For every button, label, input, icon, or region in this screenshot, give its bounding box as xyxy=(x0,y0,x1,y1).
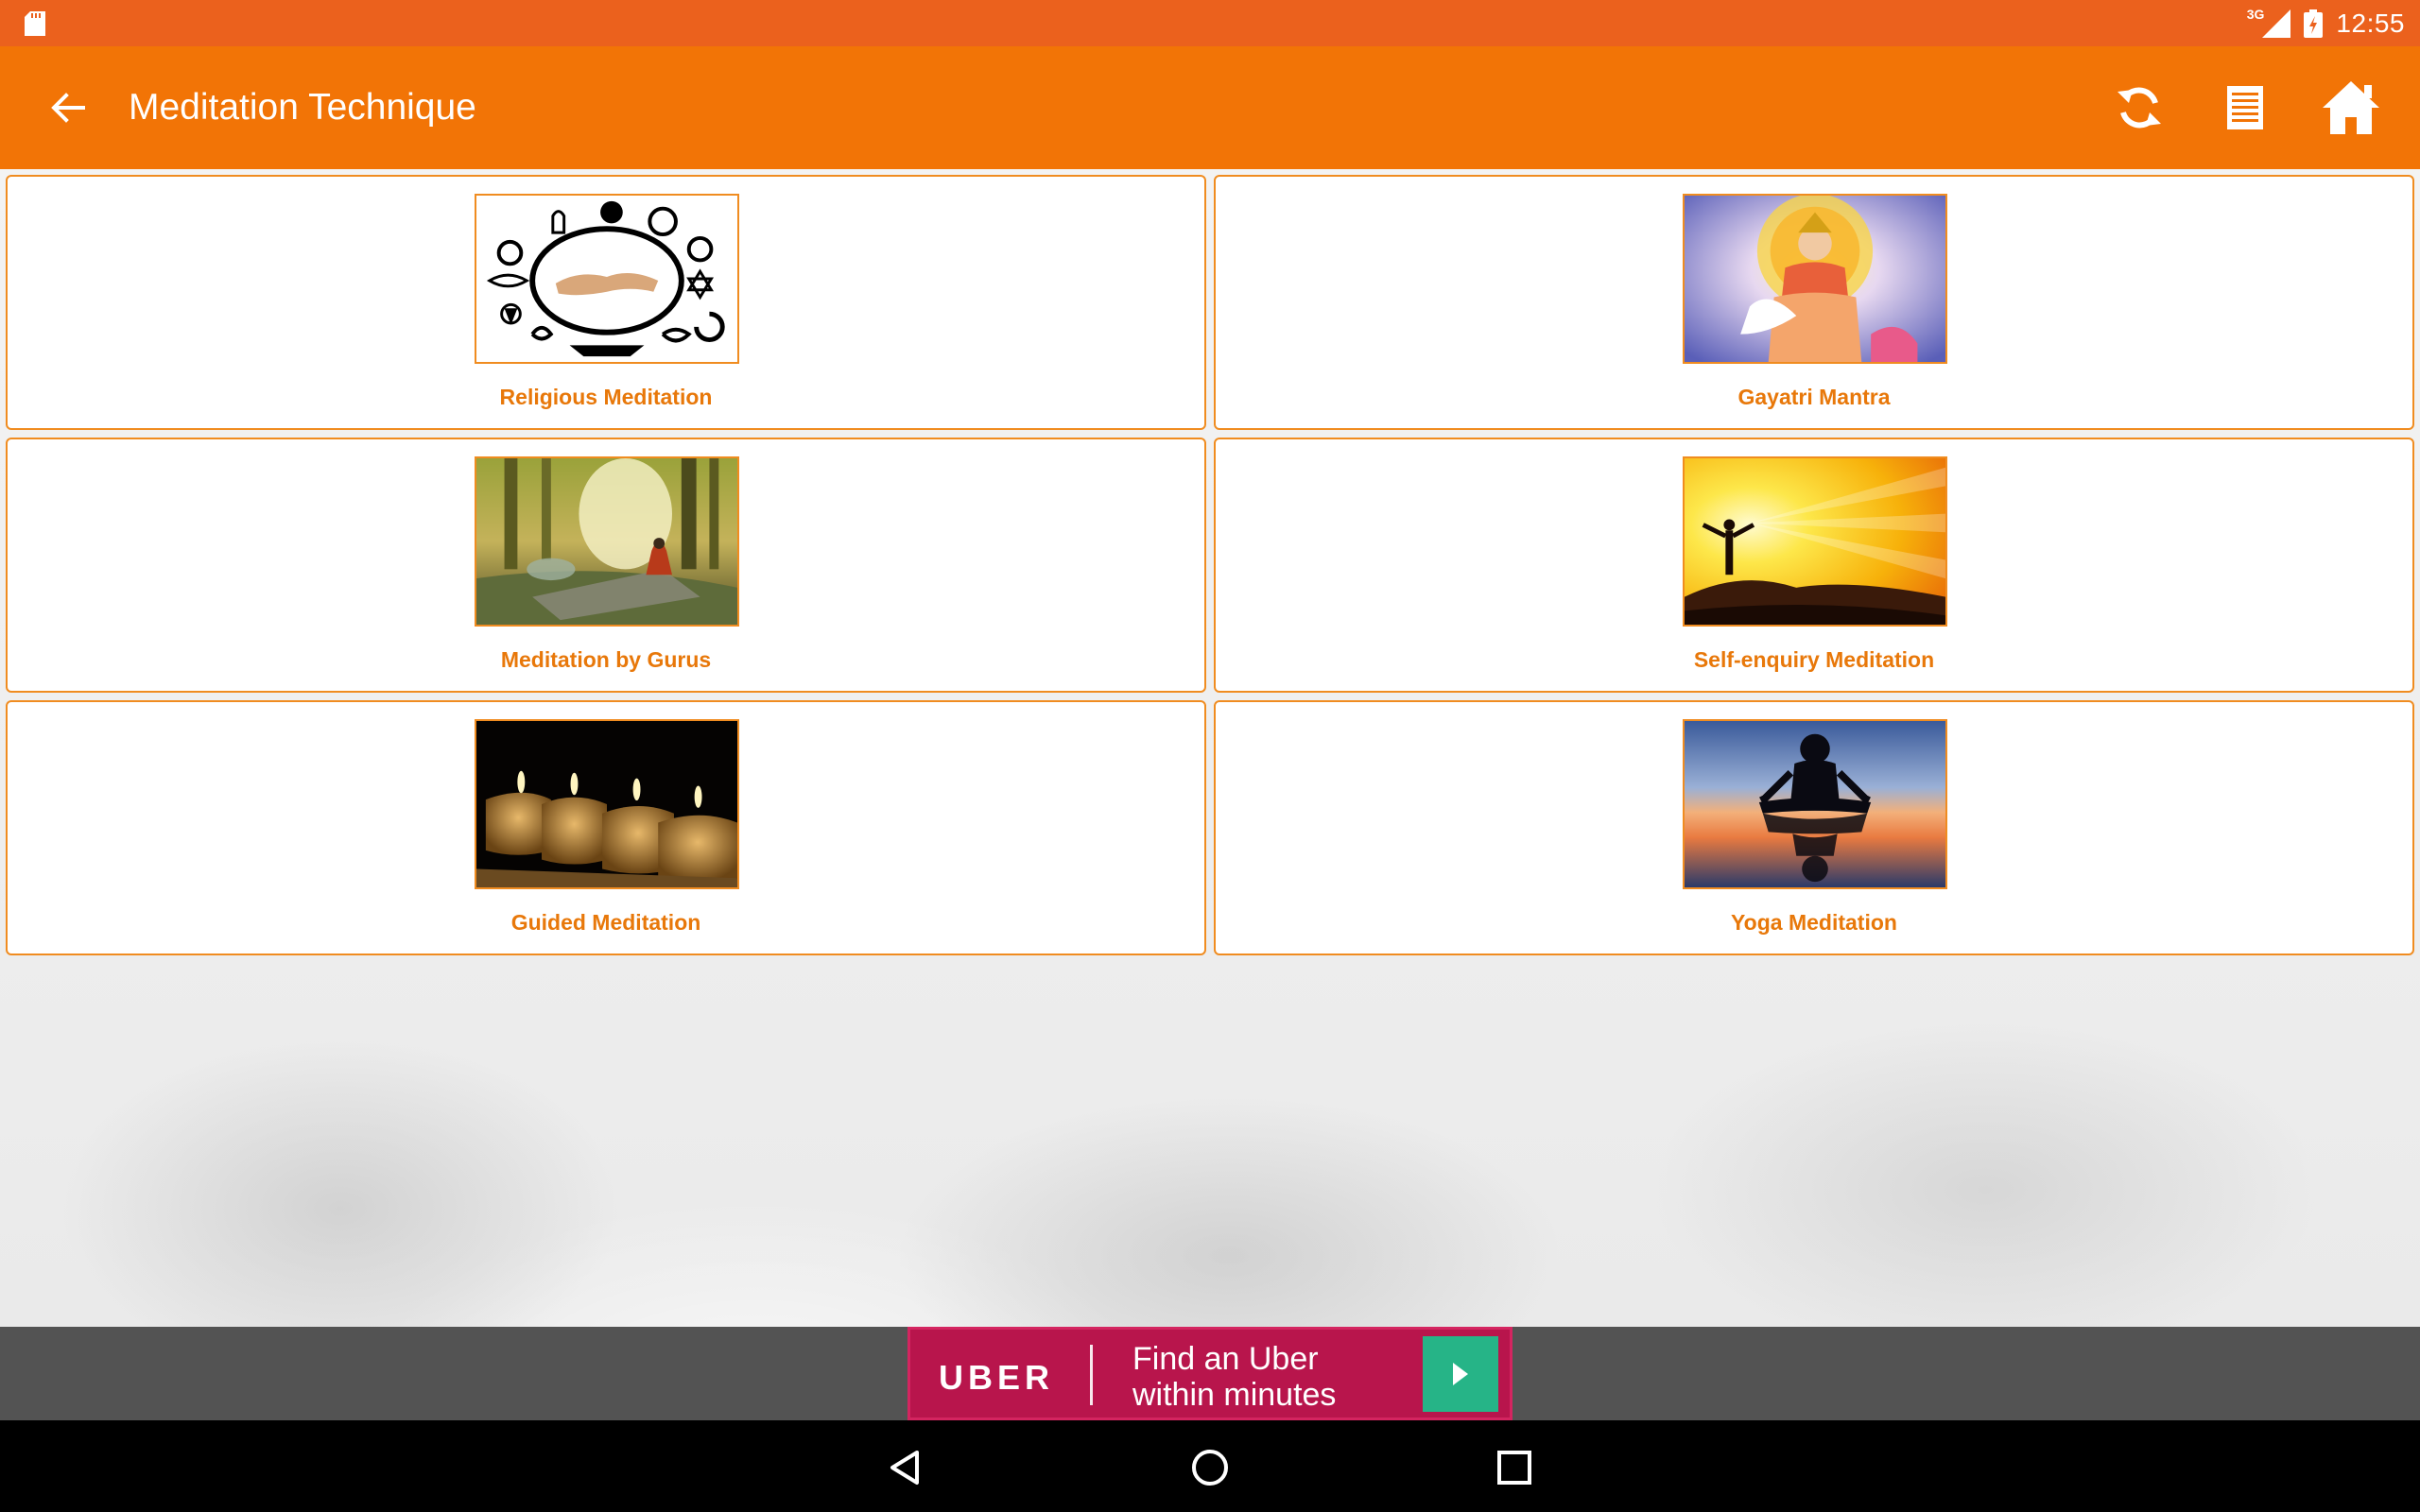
item-label: Gayatri Mantra xyxy=(1737,385,1891,409)
nav-back-icon[interactable] xyxy=(885,1447,926,1488)
religious-meditation-image xyxy=(475,194,739,364)
sd-card-icon xyxy=(25,11,45,36)
refresh-button[interactable] xyxy=(2108,77,2170,139)
uber-ad-banner[interactable]: UBER Find an Uber within minutes xyxy=(908,1327,1512,1420)
item-guided-meditation[interactable]: Guided Meditation xyxy=(6,700,1206,955)
gayatri-mantra-image xyxy=(1683,194,1947,364)
app-bar: Meditation Technique xyxy=(0,46,2420,169)
battery-icon xyxy=(2304,9,2324,38)
meditation-grid: Religious Meditation Gayatri Mantra Medi… xyxy=(6,175,2414,955)
system-nav-bar xyxy=(0,1420,2420,1512)
ad-bar: UBER Find an Uber within minutes xyxy=(0,1327,2420,1420)
page-title: Meditation Technique xyxy=(129,87,476,128)
home-icon xyxy=(2323,81,2379,134)
ad-message: Find an Uber within minutes xyxy=(1132,1341,1336,1413)
ad-go-button[interactable] xyxy=(1423,1336,1498,1412)
status-clock: 12:55 xyxy=(2336,8,2405,38)
item-religious-meditation[interactable]: Religious Meditation xyxy=(6,175,1206,430)
item-label: Religious Meditation xyxy=(499,385,713,409)
meditation-by-gurus-image xyxy=(475,456,739,627)
item-label: Yoga Meditation xyxy=(1731,910,1897,935)
guided-meditation-image xyxy=(475,719,739,889)
ad-line-2: within minutes xyxy=(1132,1377,1337,1413)
item-label: Meditation by Gurus xyxy=(500,647,712,672)
yoga-meditation-image xyxy=(1683,719,1947,889)
status-bar: 3G 12:55 xyxy=(0,0,2420,46)
item-gayatri-mantra[interactable]: Gayatri Mantra xyxy=(1214,175,2414,430)
home-button[interactable] xyxy=(2320,77,2382,139)
item-label: Self-enquiry Meditation xyxy=(1693,647,1935,672)
list-button[interactable] xyxy=(2214,77,2276,139)
ad-brand: UBER xyxy=(939,1358,1055,1397)
self-enquiry-meditation-image xyxy=(1683,456,1947,627)
item-label: Guided Meditation xyxy=(510,910,701,935)
ad-divider xyxy=(1090,1345,1093,1405)
item-self-enquiry-meditation[interactable]: Self-enquiry Meditation xyxy=(1214,438,2414,693)
nav-home-icon[interactable] xyxy=(1189,1447,1231,1488)
network-type: 3G xyxy=(2246,6,2265,22)
refresh-icon xyxy=(2118,87,2161,129)
nav-recents-icon[interactable] xyxy=(1494,1447,1535,1488)
ad-line-1: Find an Uber xyxy=(1132,1341,1319,1377)
item-meditation-by-gurus[interactable]: Meditation by Gurus xyxy=(6,438,1206,693)
list-icon xyxy=(2227,86,2263,129)
signal-icon xyxy=(2262,9,2291,38)
item-yoga-meditation[interactable]: Yoga Meditation xyxy=(1214,700,2414,955)
play-arrow-icon xyxy=(1453,1363,1468,1385)
back-arrow-icon[interactable] xyxy=(45,86,89,129)
